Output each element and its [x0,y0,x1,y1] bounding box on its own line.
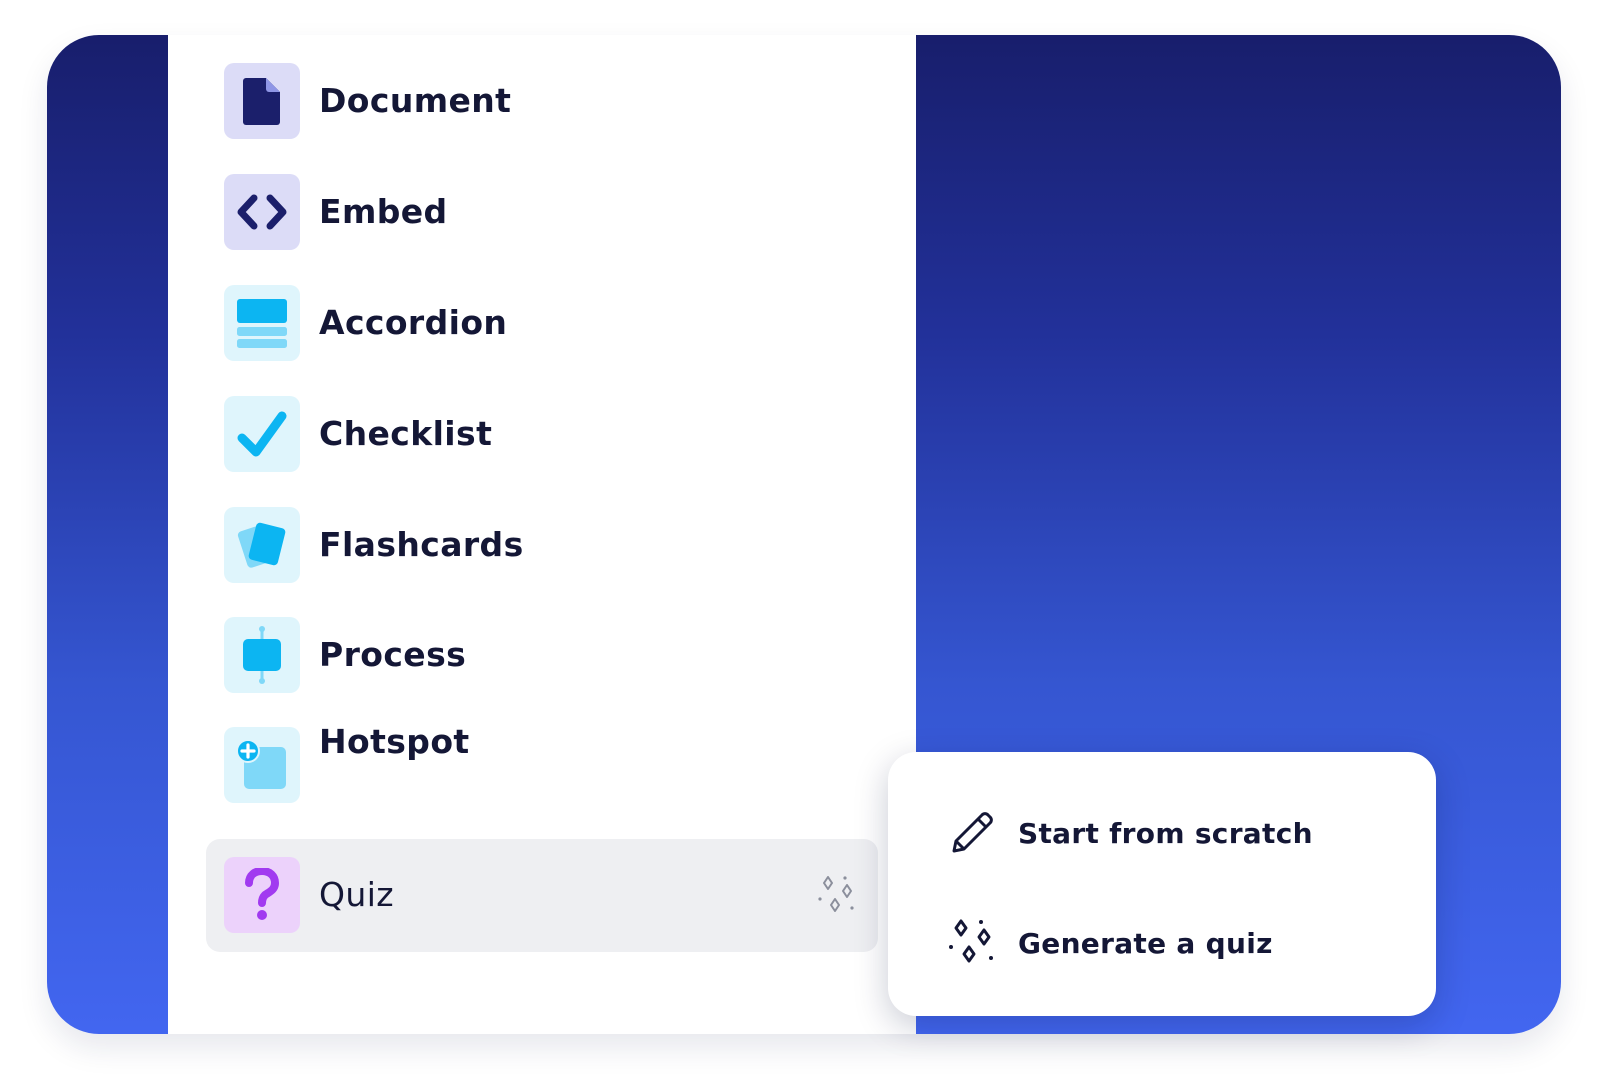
menu-item-label: Quiz [319,875,394,914]
menu-item-document[interactable]: Document [224,63,784,139]
menu-item-accordion[interactable]: Accordion [224,285,784,361]
checkmark-icon [224,396,300,472]
generate-quiz-label: Generate a quiz [1018,926,1273,960]
embed-code-icon [224,174,300,250]
menu-item-label: Hotspot [319,722,470,761]
menu-item-embed[interactable]: Embed [224,174,784,250]
menu-item-label: Flashcards [319,525,524,564]
menu-item-label: Process [319,635,467,674]
menu-item-label: Embed [319,192,448,231]
menu-item-label: Accordion [319,303,508,342]
stage: Document Embed Accordion Checklist Flash… [0,0,1600,1087]
document-icon [224,63,300,139]
process-icon [224,617,300,693]
accordion-icon [224,285,300,361]
generate-quiz-option[interactable]: Generate a quiz [946,915,1406,971]
menu-item-label: Document [319,81,512,120]
menu-item-label: Checklist [319,414,493,453]
menu-item-flashcards[interactable]: Flashcards [224,507,784,583]
block-menu-panel: Document Embed Accordion Checklist Flash… [168,35,916,1034]
sparkles-icon[interactable] [816,875,858,917]
menu-item-hotspot[interactable]: Hotspot [224,722,784,803]
selected-row-quiz[interactable]: Quiz [206,839,878,952]
start-from-scratch-option[interactable]: Start from scratch [946,805,1406,861]
quiz-options-popover: Start from scratch Generate a quiz [888,752,1436,1016]
menu-item-checklist[interactable]: Checklist [224,396,784,472]
sparkles-icon [946,917,998,969]
hotspot-icon [224,727,300,803]
start-from-scratch-label: Start from scratch [1018,816,1313,850]
question-mark-icon [224,857,300,933]
flashcards-icon [224,507,300,583]
menu-item-process[interactable]: Process [224,617,784,693]
pencil-icon [946,807,998,859]
menu-item-quiz[interactable]: Quiz [224,857,784,933]
